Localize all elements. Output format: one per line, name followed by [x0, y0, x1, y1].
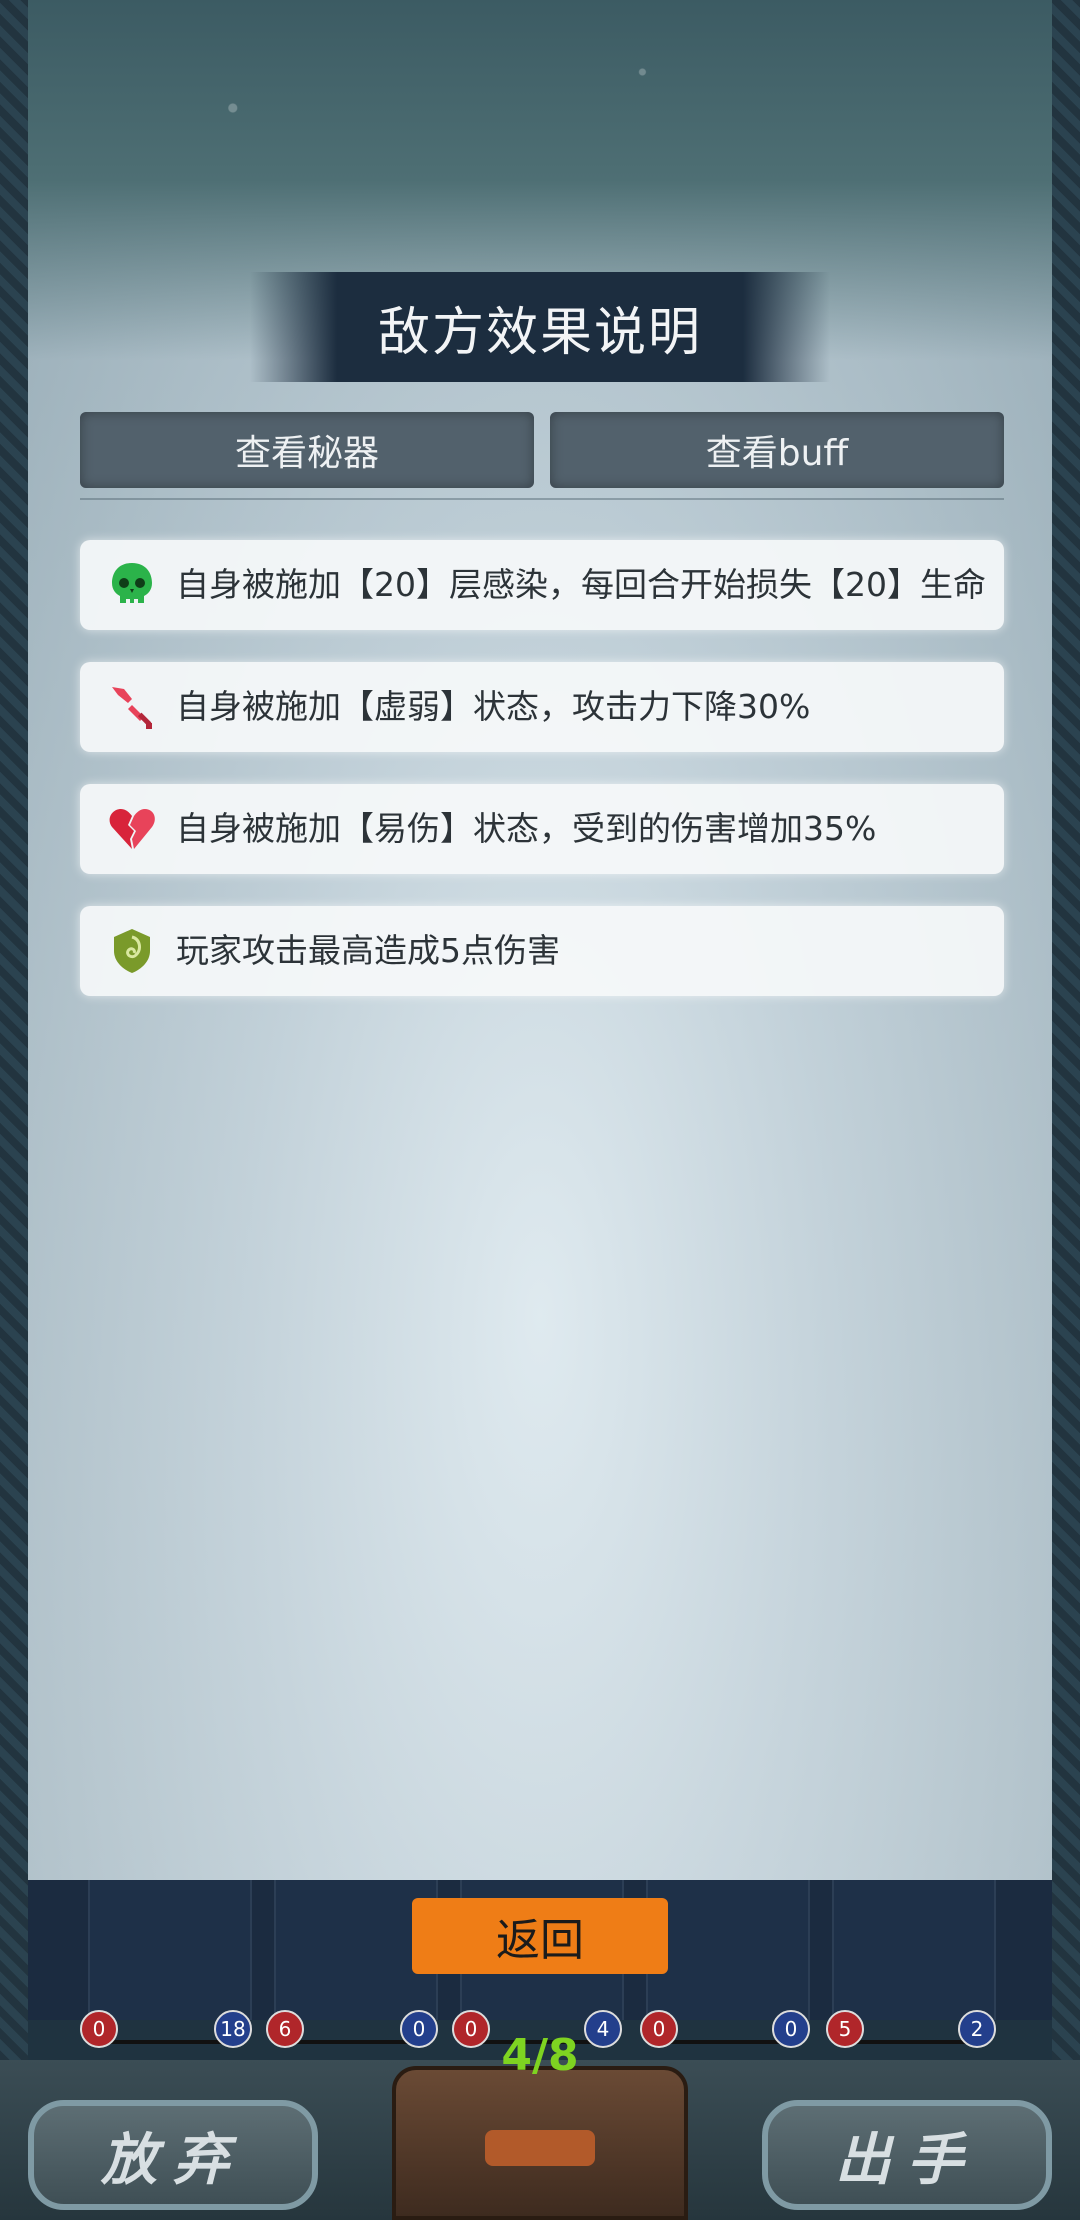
play-button[interactable]: 出手: [762, 2100, 1052, 2210]
effects-list: 自身被施加【20】层感染，每回合开始损失【20】生命 自身被施加【虚弱】状态，攻…: [80, 540, 1004, 1028]
divider: [80, 498, 1004, 500]
right-border: [1052, 0, 1080, 2220]
card-slot: [832, 1880, 996, 2020]
effect-item-vulnerable: 自身被施加【易伤】状态，受到的伤害增加35%: [80, 784, 1004, 874]
deck-strap: [485, 2130, 595, 2166]
dialog-title-bar: 敌方效果说明: [250, 272, 830, 382]
back-button[interactable]: 返回: [412, 1898, 668, 1974]
effect-text: 玩家攻击最高造成5点伤害: [176, 931, 560, 970]
broken-sword-icon: [104, 679, 160, 735]
tab-view-artifacts[interactable]: 查看秘器: [80, 412, 534, 488]
broken-heart-icon: [104, 801, 160, 857]
thorn-shield-icon: [104, 923, 160, 979]
card-slot: [646, 1880, 810, 2020]
tab-view-buff[interactable]: 查看buff: [550, 412, 1004, 488]
skull-icon: [104, 557, 160, 613]
card-slot: [88, 1880, 252, 2020]
effect-text: 自身被施加【虚弱】状态，攻击力下降30%: [176, 687, 811, 726]
effect-item-damage-cap: 玩家攻击最高造成5点伤害: [80, 906, 1004, 996]
dialog-title: 敌方效果说明: [377, 302, 702, 363]
discard-button[interactable]: 放弃: [28, 2100, 318, 2210]
effect-text: 自身被施加【20】层感染，每回合开始损失【20】生命: [176, 565, 986, 604]
deck-bag[interactable]: [392, 2066, 688, 2220]
effect-item-infection: 自身被施加【20】层感染，每回合开始损失【20】生命: [80, 540, 1004, 630]
effect-item-weak: 自身被施加【虚弱】状态，攻击力下降30%: [80, 662, 1004, 752]
deck-count: 4/8: [501, 2030, 579, 2081]
effect-text: 自身被施加【易伤】状态，受到的伤害增加35%: [176, 809, 877, 848]
left-border: [0, 0, 28, 2220]
